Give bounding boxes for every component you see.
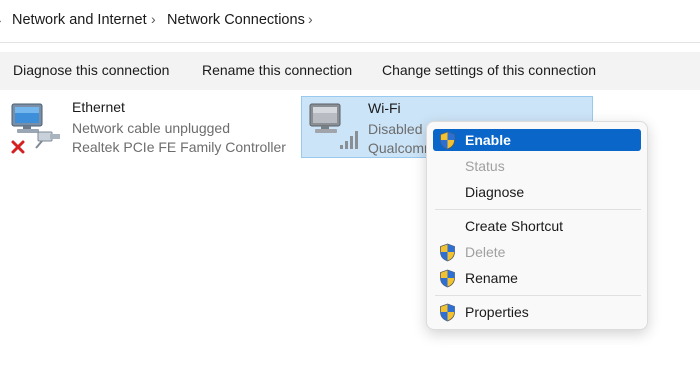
- connection-name: Ethernet: [72, 99, 125, 115]
- breadcrumb-item-network-and-internet[interactable]: Network and Internet: [12, 12, 147, 28]
- breadcrumb: › Network and Internet › Network Connect…: [0, 0, 700, 43]
- menu-separator: [435, 295, 641, 296]
- menu-item-label: Properties: [465, 304, 529, 320]
- menu-item-delete[interactable]: Delete: [433, 241, 641, 263]
- uac-shield-icon: [439, 269, 456, 288]
- connection-item-ethernet[interactable]: Ethernet Network cable unplugged Realtek…: [6, 96, 296, 158]
- menu-item-rename[interactable]: Rename: [433, 267, 641, 289]
- breadcrumb-item-network-connections[interactable]: Network Connections: [167, 12, 305, 28]
- context-menu: Enable Status Diagnose Create Shortcut D…: [426, 121, 648, 330]
- rename-connection-button[interactable]: Rename this connection: [202, 62, 352, 78]
- menu-separator: [435, 209, 641, 210]
- connection-status: Network cable unplugged: [72, 120, 230, 136]
- menu-item-label: Enable: [465, 132, 511, 148]
- connection-name: Wi-Fi: [368, 100, 401, 116]
- connection-status: Disabled: [368, 121, 423, 137]
- diagnose-connection-button[interactable]: Diagnose this connection: [13, 62, 169, 78]
- connection-device: Realtek PCIe FE Family Controller: [72, 139, 286, 155]
- change-settings-button[interactable]: Change settings of this connection: [382, 62, 596, 78]
- menu-item-create-shortcut[interactable]: Create Shortcut: [433, 215, 641, 237]
- menu-item-diagnose[interactable]: Diagnose: [433, 181, 641, 203]
- menu-item-label: Create Shortcut: [465, 218, 564, 234]
- command-toolbar: Diagnose this connection Rename this con…: [0, 52, 700, 90]
- uac-shield-icon: [439, 131, 456, 150]
- menu-item-enable[interactable]: Enable: [433, 129, 641, 151]
- menu-item-label: Diagnose: [465, 184, 525, 200]
- menu-item-status[interactable]: Status: [433, 155, 641, 177]
- menu-item-label: Delete: [465, 244, 506, 260]
- uac-shield-icon: [439, 243, 456, 262]
- wifi-adapter-icon: [307, 99, 363, 160]
- breadcrumb-chevron-icon[interactable]: ›: [151, 11, 156, 27]
- menu-item-label: Status: [465, 158, 505, 174]
- breadcrumb-chevron-icon[interactable]: ›: [308, 11, 313, 27]
- menu-item-label: Rename: [465, 270, 518, 286]
- ethernet-disconnected-icon: [8, 98, 66, 161]
- menu-item-properties[interactable]: Properties: [433, 301, 641, 323]
- breadcrumb-back-chevron-icon[interactable]: ›: [0, 13, 1, 28]
- uac-shield-icon: [439, 303, 456, 322]
